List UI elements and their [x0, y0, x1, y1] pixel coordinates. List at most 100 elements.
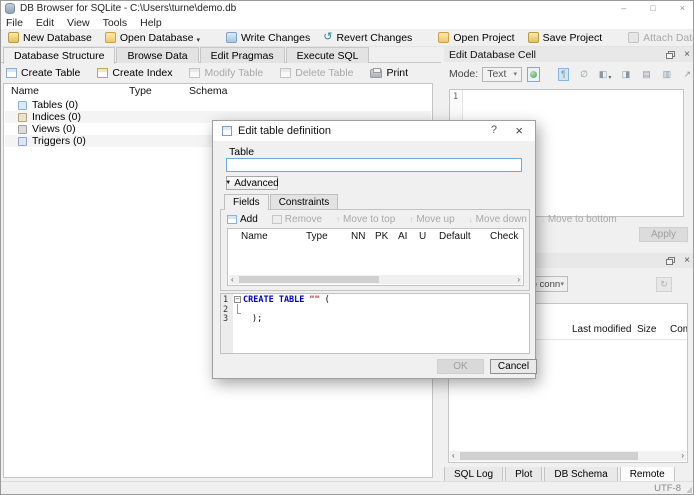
- tab-fields[interactable]: Fields: [224, 194, 269, 210]
- close-button[interactable]: ×: [680, 1, 685, 15]
- column-header-size[interactable]: Size: [637, 324, 656, 335]
- write-changes-button[interactable]: Write Changes: [225, 32, 310, 44]
- remove-field-button[interactable]: Remove: [271, 214, 322, 225]
- move-down-button[interactable]: ↓ Move down: [469, 214, 527, 225]
- scroll-right-arrow[interactable]: ›: [517, 275, 520, 284]
- cancel-button[interactable]: Cancel: [490, 359, 537, 374]
- mode-select[interactable]: Text ▾: [482, 66, 522, 82]
- main-tab-bar: Database Structure Browse Data Edit Prag…: [1, 47, 441, 64]
- modify-table-button[interactable]: Modify Table: [189, 67, 263, 79]
- tab-remote[interactable]: Remote: [619, 467, 675, 482]
- auto-switch-mode-button[interactable]: [526, 66, 540, 82]
- scrollbar-thumb[interactable]: [239, 276, 379, 283]
- column-header-check[interactable]: Check: [490, 231, 518, 242]
- move-up-button[interactable]: ↑ Move up: [409, 214, 454, 225]
- move-to-bottom-button[interactable]: ↓ Move to bottom: [541, 214, 617, 225]
- float-panel-icon[interactable]: [666, 50, 676, 59]
- sql-string: "": [309, 295, 320, 305]
- indices-icon: [18, 112, 27, 122]
- tab-db-schema[interactable]: DB Schema: [544, 467, 618, 482]
- column-header-ai[interactable]: AI: [398, 231, 407, 242]
- sql-code[interactable]: CREATE TABLE "" ( );: [243, 294, 529, 353]
- column-header-u[interactable]: U: [419, 231, 426, 242]
- new-database-icon: [8, 32, 19, 43]
- revert-changes-button[interactable]: ↺ Revert Changes: [323, 32, 412, 44]
- line-number: 3: [223, 314, 229, 324]
- tab-database-structure[interactable]: Database Structure: [3, 47, 116, 64]
- column-header-name[interactable]: Name: [11, 85, 39, 97]
- create-index-button[interactable]: Create Index: [97, 67, 172, 79]
- tab-browse-data[interactable]: Browse Data: [116, 47, 199, 63]
- help-button[interactable]: ?: [491, 124, 497, 136]
- scroll-left-arrow[interactable]: ‹: [452, 451, 455, 461]
- import-button[interactable]: ◧ ▾: [599, 68, 612, 81]
- fold-marker-icon[interactable]: −: [234, 296, 241, 303]
- scrollbar-thumb[interactable]: [460, 452, 638, 460]
- button-label: Open Database: [119, 31, 194, 44]
- tab-execute-sql[interactable]: Execute SQL: [285, 47, 370, 63]
- menu-view[interactable]: View: [67, 17, 90, 29]
- attach-database-button[interactable]: Attach Database: [628, 32, 693, 44]
- ok-button[interactable]: OK: [437, 359, 484, 374]
- tree-item-label: Indices (0): [32, 111, 82, 123]
- dialog-close-button[interactable]: ×: [515, 123, 523, 138]
- menu-edit[interactable]: Edit: [36, 17, 54, 29]
- open-external-button[interactable]: ↗: [682, 68, 693, 81]
- open-project-button[interactable]: Open Project: [438, 32, 515, 44]
- column-header-type[interactable]: Type: [129, 85, 152, 97]
- scroll-right-arrow[interactable]: ›: [681, 451, 684, 461]
- delete-table-icon: [280, 68, 292, 78]
- tab-plot[interactable]: Plot: [505, 467, 543, 482]
- maximize-button[interactable]: □: [650, 1, 655, 15]
- remote-hscrollbar[interactable]: ‹ ›: [450, 451, 686, 461]
- create-table-button[interactable]: Create Table: [6, 67, 80, 79]
- create-table-icon: [6, 68, 17, 78]
- set-null-button[interactable]: ∅: [578, 68, 589, 81]
- fields-grid-hscrollbar[interactable]: ‹ ›: [229, 275, 522, 284]
- close-panel-icon[interactable]: ×: [684, 255, 690, 266]
- save-as-button[interactable]: ▤: [641, 68, 652, 81]
- connect-remote-button[interactable]: ↻: [656, 277, 672, 292]
- button-label: Modify Table: [204, 67, 264, 79]
- resize-grip-icon[interactable]: ◢: [686, 485, 692, 494]
- tab-edit-pragmas[interactable]: Edit Pragmas: [199, 47, 285, 63]
- open-database-button[interactable]: Open Database ▾: [104, 31, 200, 44]
- word-wrap-button[interactable]: ¶: [557, 67, 570, 81]
- column-header-default[interactable]: Default: [439, 231, 471, 242]
- minimize-button[interactable]: –: [621, 1, 626, 15]
- button-label: Delete Table: [295, 67, 354, 79]
- column-header-name[interactable]: Name: [241, 231, 268, 242]
- tree-item-tables[interactable]: Tables (0): [5, 99, 431, 111]
- scroll-left-arrow[interactable]: ‹: [231, 275, 234, 284]
- float-panel-icon[interactable]: [666, 256, 676, 265]
- menu-file[interactable]: File: [6, 17, 23, 29]
- print-button[interactable]: Print: [370, 67, 408, 79]
- advanced-button[interactable]: ▼ Advanced: [225, 176, 279, 190]
- column-header-last-modified[interactable]: Last modified: [572, 324, 631, 335]
- dialog-title-bar[interactable]: Edit table definition ? ×: [213, 121, 535, 141]
- tab-sql-log[interactable]: SQL Log: [444, 467, 504, 482]
- column-header-commit[interactable]: Commit: [670, 324, 687, 335]
- advanced-label: Advanced: [234, 177, 279, 189]
- close-panel-icon[interactable]: ×: [684, 49, 690, 60]
- open-database-menu-arrow[interactable]: ▾: [196, 36, 200, 44]
- move-to-top-button[interactable]: ↑ Move to top: [336, 214, 395, 225]
- delete-table-button[interactable]: Delete Table: [280, 67, 353, 79]
- menu-tools[interactable]: Tools: [103, 17, 128, 29]
- new-database-button[interactable]: New Database: [8, 32, 92, 44]
- table-name-input[interactable]: [226, 158, 522, 172]
- add-field-button[interactable]: Add: [227, 214, 258, 225]
- column-header-pk[interactable]: PK: [375, 231, 388, 242]
- column-header-type[interactable]: Type: [306, 231, 328, 242]
- print-cell-button[interactable]: ▥: [661, 68, 672, 81]
- save-project-button[interactable]: Save Project: [527, 32, 602, 44]
- panel-title: Edit Database Cell: [449, 48, 536, 61]
- column-header-schema[interactable]: Schema: [189, 85, 228, 97]
- fields-tab-page: Add Remove ↑ Move to top ↑ Move up ↓ Mov…: [220, 209, 617, 291]
- tab-constraints[interactable]: Constraints: [269, 194, 339, 209]
- column-header-nn[interactable]: NN: [351, 231, 365, 242]
- export-button[interactable]: ◨: [620, 68, 631, 81]
- apply-button[interactable]: Apply: [639, 227, 688, 242]
- print-icon: [370, 67, 383, 78]
- menu-help[interactable]: Help: [140, 17, 162, 29]
